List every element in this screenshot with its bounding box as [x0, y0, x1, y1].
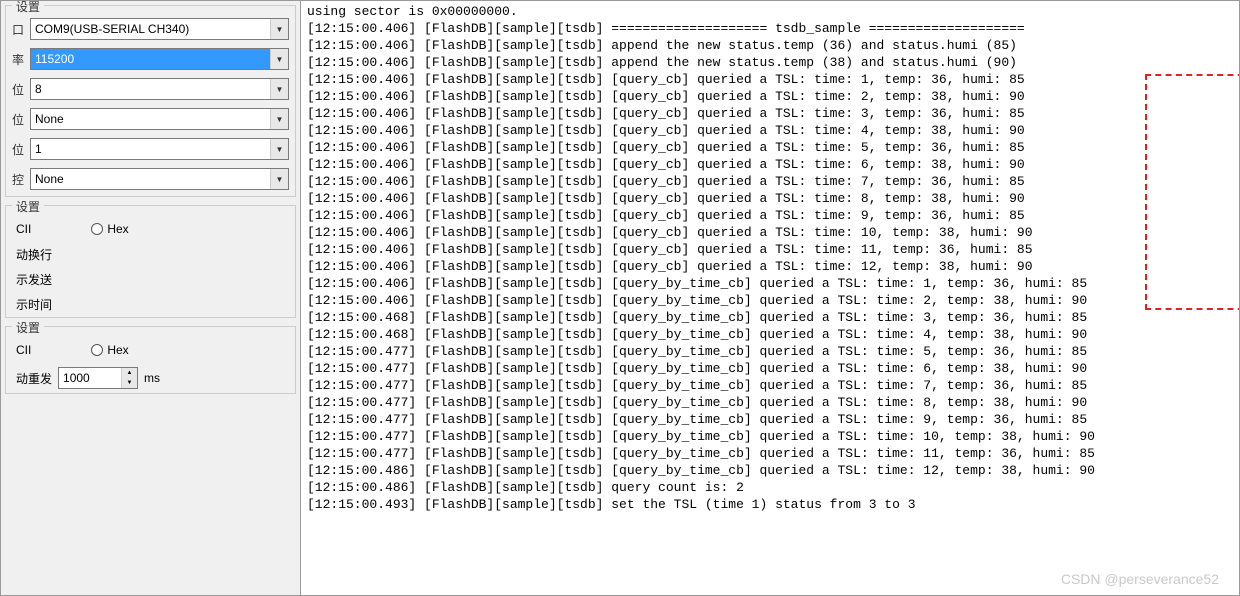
flow-combo[interactable]: None ▼	[30, 168, 289, 190]
port-label: 口	[12, 21, 30, 38]
port-combo[interactable]: COM9(USB-SERIAL CH340) ▼	[30, 18, 289, 40]
ascii-label: CII	[16, 343, 31, 357]
stop-bits-label: 位	[12, 141, 30, 158]
chevron-down-icon[interactable]: ▼	[270, 109, 288, 129]
auto-wrap-check[interactable]: 动换行	[6, 242, 295, 267]
chevron-down-icon[interactable]: ▼	[270, 139, 288, 159]
interval-spin[interactable]: 1000 ▲ ▼	[58, 367, 138, 389]
stop-bits-value: 1	[31, 142, 270, 156]
interval-value: 1000	[59, 368, 121, 388]
ascii-label: CII	[16, 222, 31, 236]
flow-value: None	[31, 172, 270, 186]
log-text: using sector is 0x00000000. [12:15:00.40…	[301, 1, 1239, 515]
data-bits-combo[interactable]: 8 ▼	[30, 78, 289, 100]
radio-icon	[91, 223, 103, 235]
auto-wrap-label: 动换行	[16, 246, 52, 263]
hex-label: Hex	[107, 343, 128, 357]
chevron-down-icon[interactable]: ▼	[270, 79, 288, 99]
hex-radio[interactable]: Hex	[91, 222, 128, 236]
hex-label: Hex	[107, 222, 128, 236]
baud-label: 率	[12, 51, 30, 68]
chevron-down-icon[interactable]: ▼	[270, 49, 288, 69]
group-title: 设置	[12, 1, 44, 15]
log-output-panel[interactable]: using sector is 0x00000000. [12:15:00.40…	[301, 1, 1239, 595]
group-title: 设置	[12, 198, 44, 215]
baud-value: 115200	[31, 49, 270, 69]
parity-value: None	[31, 112, 270, 126]
ms-label: ms	[144, 371, 160, 385]
show-send-label: 示发送	[16, 271, 52, 288]
chevron-down-icon[interactable]: ▼	[270, 169, 288, 189]
parity-label: 位	[12, 111, 30, 128]
spin-up-icon[interactable]: ▲	[122, 368, 137, 378]
recv-settings-group: 设置 CII Hex 动换行 示发送 示时间	[5, 205, 296, 318]
baud-combo[interactable]: 115200 ▼	[30, 48, 289, 70]
watermark: CSDN @perseverance52	[1061, 571, 1219, 587]
auto-resend-label: 动重发	[16, 370, 52, 387]
show-time-check[interactable]: 示时间	[6, 292, 295, 317]
flow-label: 控	[12, 171, 30, 188]
hex-radio[interactable]: Hex	[91, 343, 128, 357]
data-bits-label: 位	[12, 81, 30, 98]
stop-bits-combo[interactable]: 1 ▼	[30, 138, 289, 160]
group-title: 设置	[12, 319, 44, 336]
show-send-check[interactable]: 示发送	[6, 267, 295, 292]
parity-combo[interactable]: None ▼	[30, 108, 289, 130]
spin-down-icon[interactable]: ▼	[122, 378, 137, 388]
radio-icon	[91, 344, 103, 356]
chevron-down-icon[interactable]: ▼	[270, 19, 288, 39]
left-settings-panel: 设置 口 COM9(USB-SERIAL CH340) ▼ 率 115200 ▼…	[1, 1, 301, 595]
port-settings-group: 设置 口 COM9(USB-SERIAL CH340) ▼ 率 115200 ▼…	[5, 5, 296, 197]
data-bits-value: 8	[31, 82, 270, 96]
show-time-label: 示时间	[16, 296, 52, 313]
port-value: COM9(USB-SERIAL CH340)	[31, 22, 270, 36]
send-settings-group: 设置 CII Hex 动重发 1000 ▲ ▼ ms	[5, 326, 296, 394]
